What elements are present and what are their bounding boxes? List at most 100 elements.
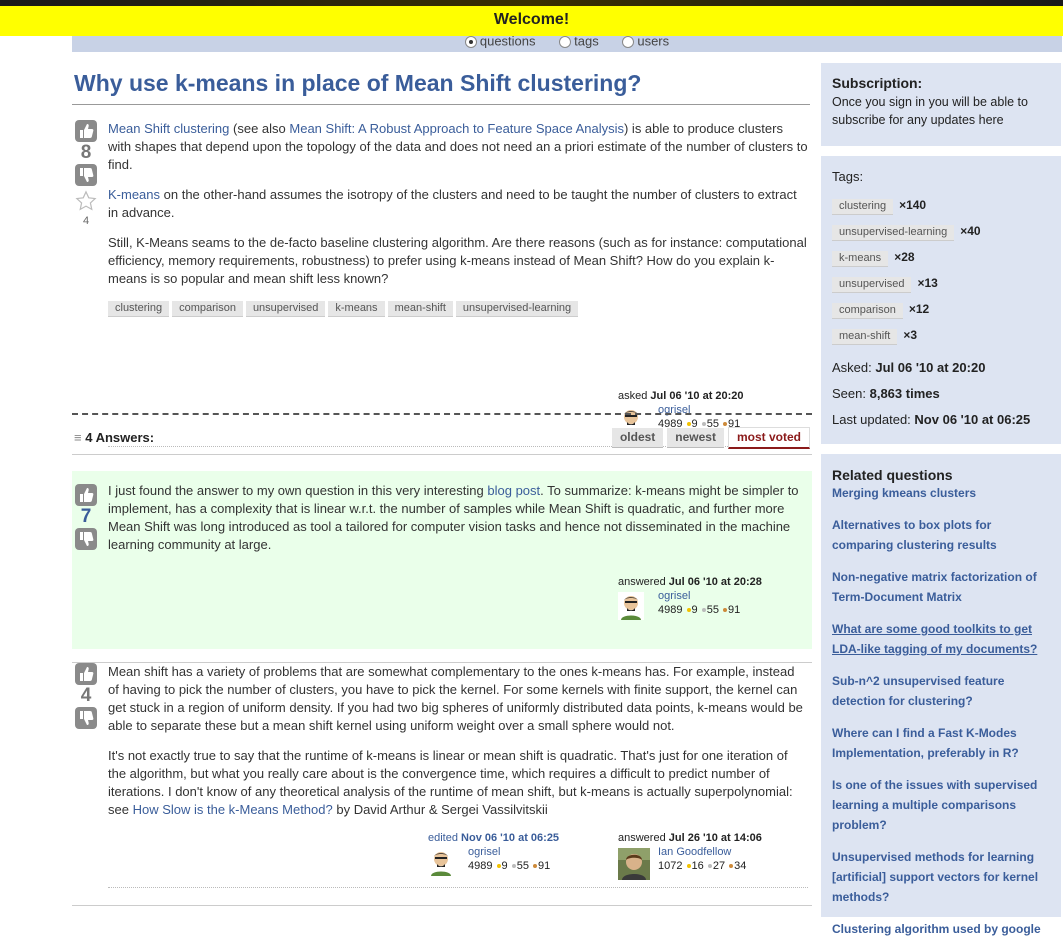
stat-updated: Last updated: Nov 06 '10 at 06:25 — [832, 407, 1050, 433]
related-item: What are some good toolkits to get LDA-l… — [832, 619, 1050, 659]
vote-down-icon[interactable] — [75, 528, 97, 550]
bronze-count: 34 — [734, 860, 747, 872]
paper-link[interactable]: Mean Shift: A Robust Approach to Feature… — [289, 121, 624, 136]
tag[interactable]: comparison — [172, 301, 243, 317]
related-item: Clustering algorithm used by google — [832, 919, 1050, 939]
question-post: 8 4 Mean Shift clustering (see also Mean… — [72, 120, 812, 450]
vote-up-icon[interactable] — [75, 484, 97, 506]
user-link[interactable]: ogrisel — [468, 846, 500, 858]
related-link[interactable]: Sub-n^2 unsupervised feature detection f… — [832, 674, 1004, 708]
tag[interactable]: unsupervised — [245, 301, 326, 317]
tag[interactable]: unsupervised-learning — [455, 301, 579, 317]
asked-label: asked — [618, 390, 648, 402]
sidebar-tag-row: mean-shift ×3 — [832, 327, 1050, 345]
avatar[interactable] — [618, 592, 644, 620]
tag[interactable]: comparison — [832, 303, 903, 319]
question-title[interactable]: Why use k-means in place of Mean Shift c… — [74, 70, 641, 97]
vote-up-icon[interactable] — [75, 120, 97, 142]
favorite-count: 4 — [82, 215, 90, 227]
asked-line: asked Jul 06 '10 at 20:20 — [618, 390, 808, 402]
sort-tabs: oldest newest most voted — [608, 427, 810, 449]
edited-date: Nov 06 '10 at 06:25 — [461, 832, 560, 844]
tag[interactable]: unsupervised — [832, 277, 912, 293]
tag[interactable]: mean-shift — [832, 329, 898, 345]
radio-icon[interactable] — [464, 36, 477, 48]
answered-date: Jul 26 '10 at 14:06 — [668, 832, 762, 844]
vote-count: 7 — [80, 506, 92, 527]
related-item: Is one of the issues with supervised lea… — [832, 775, 1050, 835]
related-link[interactable]: Where can I find a Fast K-Modes Implemen… — [832, 726, 1019, 760]
asked-date: Jul 06 '10 at 20:20 — [650, 390, 744, 402]
related-item: Sub-n^2 unsupervised feature detection f… — [832, 671, 1050, 711]
tag[interactable]: mean-shift — [387, 301, 453, 317]
silver-count: 27 — [712, 860, 726, 872]
sidebar-tag-row: k-means ×28 — [832, 249, 1050, 267]
tag[interactable]: k-means — [328, 301, 385, 317]
answers-count-label: 4 Answers: — [85, 430, 155, 445]
silver-badge-icon — [707, 864, 712, 869]
related-link[interactable]: Non-negative matrix factorization of Ter… — [832, 570, 1037, 604]
vote-column: 4 — [74, 663, 98, 729]
favorite-star-icon[interactable] — [74, 190, 98, 215]
related-link[interactable]: Unsupervised methods for learning [artif… — [832, 850, 1038, 904]
answered-line: answered Jul 06 '10 at 20:28 — [618, 576, 808, 588]
related-link[interactable]: Clustering algorithm used by google — [832, 922, 1041, 936]
silver-count: 55 — [706, 604, 719, 616]
scope-tags[interactable]: tags — [559, 36, 599, 48]
blog-post-link[interactable]: blog post — [487, 483, 540, 498]
avatar[interactable] — [428, 848, 454, 876]
related-link[interactable]: Merging kmeans clusters — [832, 486, 976, 500]
bronze-count: 91 — [728, 604, 741, 616]
mean-shift-link[interactable]: Mean Shift clustering — [108, 121, 229, 136]
radio-icon[interactable] — [622, 36, 635, 48]
related-link[interactable]: What are some good toolkits to get LDA-l… — [832, 622, 1037, 656]
silver-badge-icon — [701, 422, 706, 427]
user-link[interactable]: ogrisel — [658, 590, 690, 602]
user-link[interactable]: Ian Goodfellow — [658, 846, 731, 858]
divider — [72, 413, 812, 415]
scope-label: tags — [574, 36, 599, 49]
vote-up-icon[interactable] — [75, 663, 97, 685]
radio-icon[interactable] — [559, 36, 572, 48]
question-paragraph: Still, K-Means seams to the de-facto bas… — [108, 235, 807, 286]
tab-newest[interactable]: newest — [667, 428, 724, 448]
divider — [72, 454, 812, 455]
user-reputation: 4989 9 55 91 — [468, 860, 550, 872]
kmeans-link[interactable]: K-means — [108, 187, 160, 202]
vote-down-icon[interactable] — [75, 707, 97, 729]
bronze-badge-icon — [729, 864, 734, 869]
list-icon: ≡ — [74, 430, 82, 445]
edited-label: edited — [428, 832, 458, 844]
question-paragraph: Mean Shift clustering (see also Mean Shi… — [108, 120, 808, 174]
vote-column: 8 4 — [74, 120, 98, 227]
bronze-badge-icon — [533, 864, 538, 869]
related-link[interactable]: Is one of the issues with supervised lea… — [832, 778, 1037, 832]
answer-body: I just found the answer to my own questi… — [108, 482, 808, 566]
related-item: Merging kmeans clusters — [832, 483, 1050, 503]
related-item: Where can I find a Fast K-Modes Implemen… — [832, 723, 1050, 763]
gold-count: 9 — [691, 604, 698, 616]
search-scope-bar: questions tags users — [72, 36, 1062, 52]
answered-date: Jul 06 '10 at 20:28 — [668, 576, 762, 588]
tab-oldest[interactable]: oldest — [611, 428, 664, 448]
stat-value: Jul 06 '10 at 20:20 — [875, 360, 986, 375]
answer-body: Mean shift has a variety of problems tha… — [108, 663, 808, 831]
scope-users[interactable]: users — [622, 36, 669, 48]
tag-count: ×28 — [894, 250, 915, 264]
scope-label: questions — [479, 36, 536, 49]
tag[interactable]: clustering — [108, 301, 170, 317]
scope-label: users — [637, 36, 670, 49]
vote-down-icon[interactable] — [75, 164, 97, 186]
tag[interactable]: k-means — [832, 251, 889, 267]
vote-column: 7 — [74, 484, 98, 550]
sidebar-tag-row: unsupervised ×13 — [832, 275, 1050, 293]
related-link[interactable]: Alternatives to box plots for comparing … — [832, 518, 997, 552]
tab-most-voted[interactable]: most voted — [727, 427, 810, 449]
paper-link[interactable]: How Slow is the k-Means Method? — [133, 802, 333, 817]
tag[interactable]: unsupervised-learning — [832, 225, 955, 241]
subscription-title: Subscription: — [832, 75, 923, 91]
avatar[interactable] — [618, 848, 650, 880]
tag[interactable]: clustering — [832, 199, 894, 215]
scope-questions[interactable]: questions — [464, 36, 536, 49]
tags-title: Tags: — [832, 169, 864, 184]
